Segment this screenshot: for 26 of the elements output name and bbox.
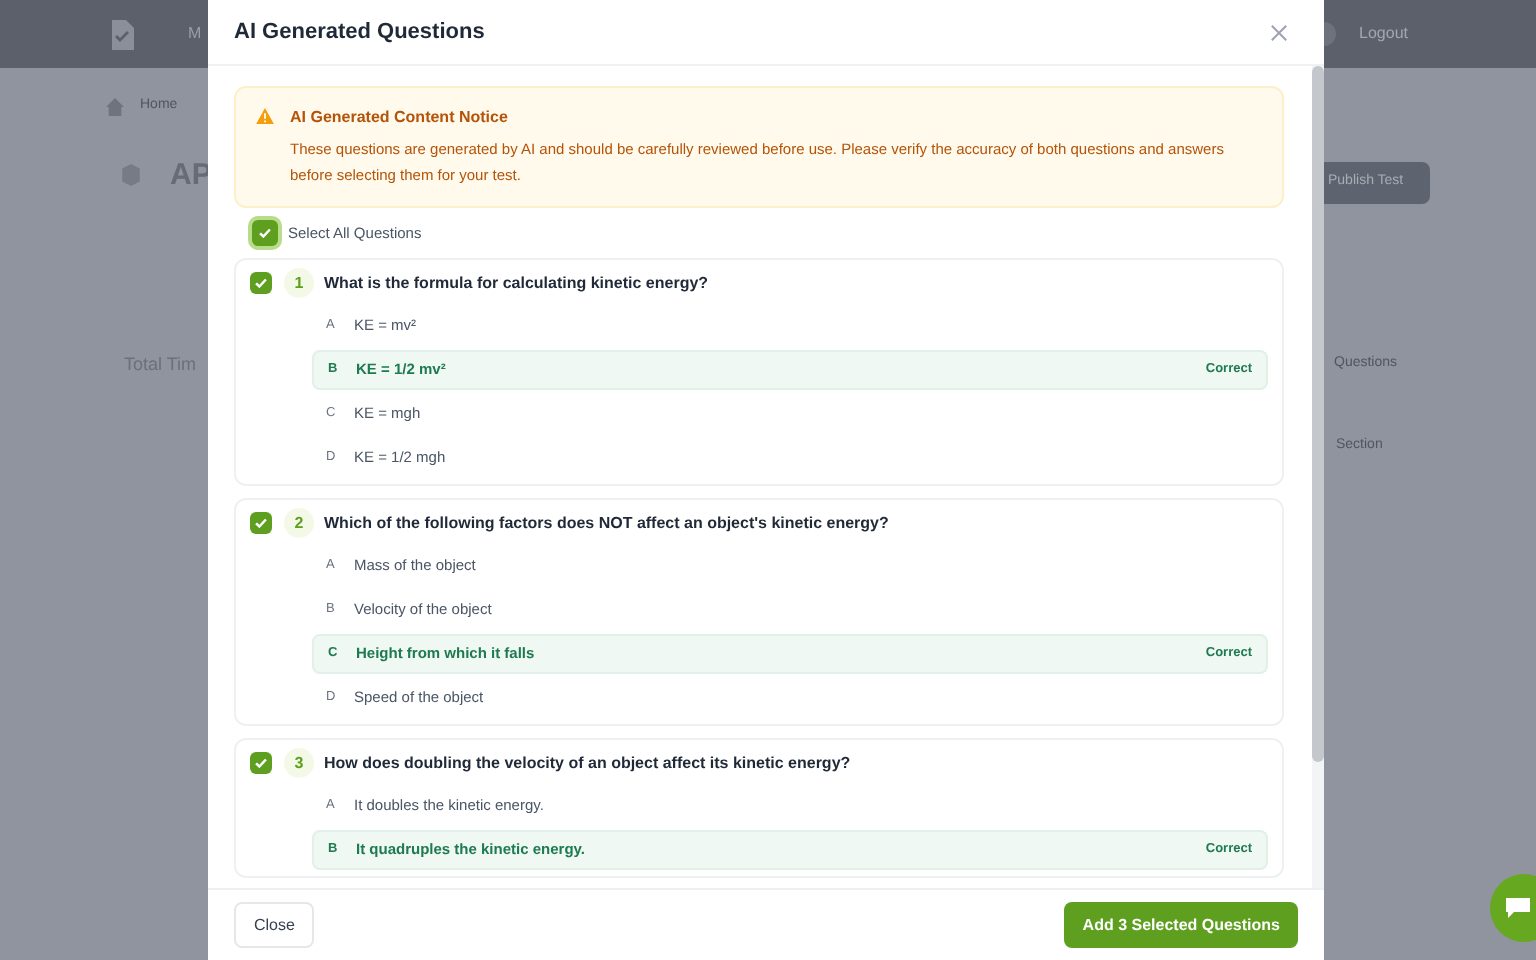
question-number: 2 (284, 508, 314, 538)
question-text: Which of the following factors does NOT affect an object's kinetic energy? (324, 511, 889, 535)
check-icon (254, 516, 268, 530)
logout-link[interactable]: Logout (1359, 22, 1408, 46)
dialog-title: AI Generated Questions (234, 17, 485, 48)
warning-icon (256, 108, 274, 124)
document-icon (110, 19, 134, 49)
close-icon[interactable] (1270, 23, 1288, 41)
nav-text[interactable]: M (188, 22, 202, 46)
check-icon (258, 226, 272, 240)
chat-icon (1506, 898, 1530, 918)
question-text: What is the formula for calculating kinetic energy? (324, 271, 709, 295)
checkbox[interactable] (250, 512, 272, 534)
notice-title: AI Generated Content Notice (290, 106, 510, 130)
home-icon (106, 97, 124, 116)
close-button[interactable]: Close (234, 902, 315, 948)
check-icon (254, 276, 268, 290)
question-number: 1 (284, 268, 314, 298)
question-number: 3 (284, 748, 314, 778)
scrollbar[interactable] (1312, 66, 1324, 888)
question-text: How does doubling the velocity of an object affect its kinetic energy? (324, 751, 851, 775)
checkbox[interactable] (250, 752, 272, 774)
checkbox[interactable] (252, 220, 278, 246)
checkbox[interactable] (250, 272, 272, 294)
add-questions-button[interactable]: Add 3 Selected Questions (1064, 902, 1298, 948)
check-icon (254, 756, 268, 770)
